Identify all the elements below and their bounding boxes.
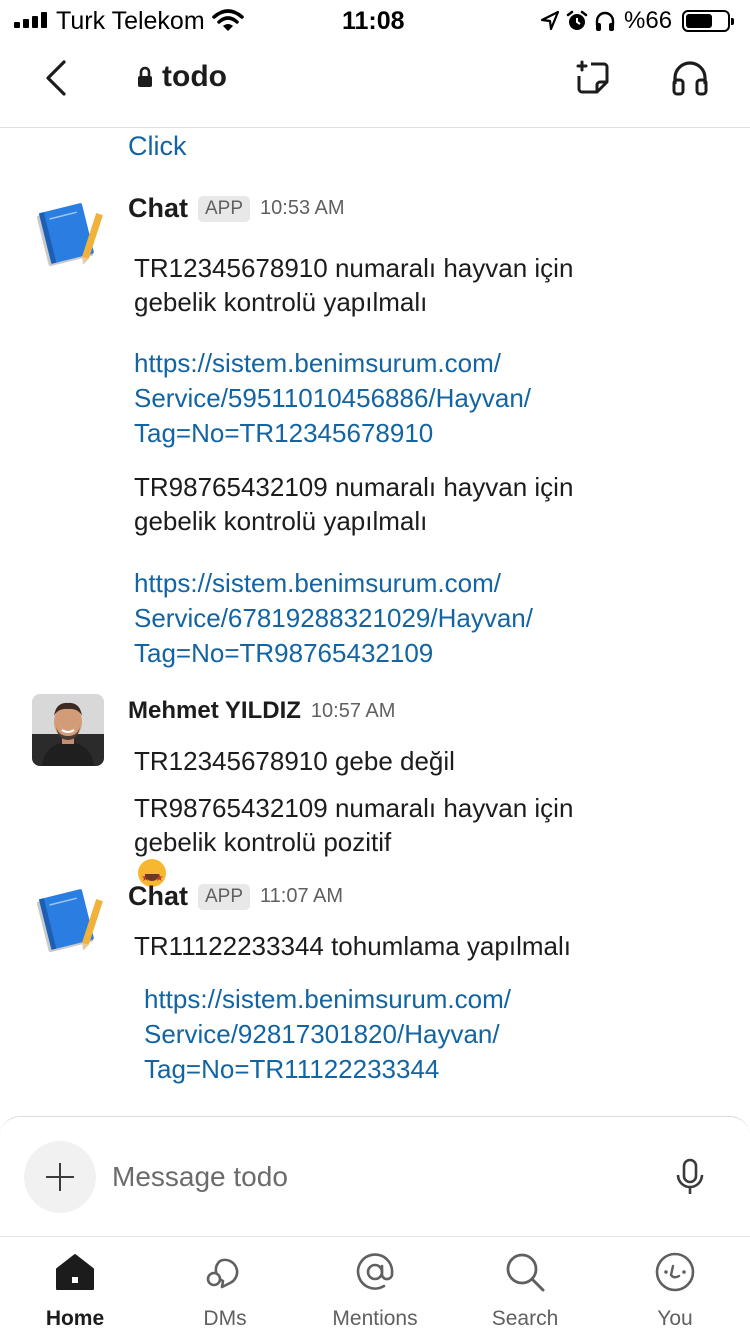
app-badge: APP	[198, 883, 251, 910]
at-sign-icon	[356, 1253, 394, 1290]
chat-app-avatar[interactable]	[32, 885, 104, 957]
tab-you[interactable]: You	[600, 1237, 750, 1334]
message-time: 10:53 AM	[260, 197, 345, 219]
alarm-icon	[566, 10, 588, 30]
message-input[interactable]	[112, 1155, 612, 1199]
message-item: Chat APP 11:07 AM TR11122233344 tohumlam…	[0, 879, 750, 1114]
dms-icon	[206, 1258, 239, 1289]
sender-name[interactable]: Chat	[128, 193, 188, 224]
you-face-icon	[655, 1252, 695, 1292]
status-bar: Turk Telekom 11:08 %66	[0, 0, 750, 40]
message-text: TR12345678910 gebe değil	[134, 746, 455, 776]
lock-icon	[138, 66, 152, 87]
carrier-name: Turk Telekom	[56, 7, 205, 35]
plus-icon[interactable]	[24, 1141, 96, 1213]
message-item: Chat APP 10:53 AM TR12345678910 numaralı…	[0, 191, 750, 671]
message-item: Mehmet YILDIZ 10:57 AM TR12345678910 geb…	[0, 693, 750, 896]
tab-label: Mentions	[332, 1307, 418, 1330]
search-icon	[506, 1253, 545, 1292]
tab-bar: Home DMs Mentions Search You	[0, 1236, 750, 1334]
message-text: TR98765432109 numaralı hayvan için gebel…	[134, 472, 574, 536]
channel-header: todo	[0, 40, 750, 128]
tab-label: Search	[491, 1307, 559, 1330]
sender-name[interactable]: Chat	[128, 881, 188, 912]
message-composer	[0, 1116, 750, 1236]
message-text: TR11122233344 tohumlama yapılmalı	[134, 931, 571, 961]
tab-home[interactable]: Home	[0, 1237, 150, 1334]
user-photo	[32, 694, 104, 766]
location-arrow-icon	[540, 10, 560, 31]
sender-name[interactable]: Mehmet YILDIZ	[128, 697, 301, 725]
tab-label: Home	[45, 1307, 105, 1330]
tab-mentions[interactable]: Mentions	[300, 1237, 450, 1334]
user-avatar[interactable]	[32, 694, 104, 766]
app-badge: APP	[198, 195, 251, 222]
previous-message-link[interactable]: Click	[128, 131, 187, 162]
message-link[interactable]: https://sistem.benimsurum.com/ Service/9…	[144, 982, 704, 1087]
message-time: 10:57 AM	[310, 699, 396, 722]
tab-label: DMs	[203, 1307, 247, 1330]
signal-icon	[14, 12, 48, 28]
microphone-icon[interactable]	[672, 1157, 708, 1197]
channel-name: todo	[162, 60, 227, 93]
new-canvas-icon[interactable]	[572, 58, 612, 98]
tab-label: You	[657, 1307, 693, 1330]
channel-title[interactable]: todo	[136, 60, 227, 94]
battery-percent: %66	[624, 7, 673, 34]
battery-icon	[682, 10, 735, 32]
message-link[interactable]: https://sistem.benimsurum.com/ Service/5…	[134, 346, 694, 451]
back-chevron-icon[interactable]	[38, 58, 78, 98]
message-time: 11:07 AM	[260, 885, 344, 907]
headphones-icon	[595, 11, 615, 31]
tab-dms[interactable]: DMs	[150, 1237, 300, 1334]
tab-search[interactable]: Search	[450, 1237, 600, 1334]
chat-app-avatar[interactable]	[32, 199, 104, 271]
notebook-icon	[32, 199, 104, 271]
message-text: TR98765432109 numaralı hayvan için gebel…	[134, 791, 674, 896]
message-text: TR12345678910 numaralı hayvan için gebel…	[134, 253, 574, 317]
status-icons: %66	[540, 7, 735, 35]
huddle-headphones-icon[interactable]	[670, 58, 710, 98]
status-time: 11:08	[342, 7, 405, 35]
home-icon	[56, 1254, 94, 1290]
message-list[interactable]: Click Chat APP 10:53 AM TR12345678910 nu…	[0, 129, 750, 1114]
message-link[interactable]: https://sistem.benimsurum.com/ Service/6…	[134, 566, 694, 671]
notebook-icon	[32, 885, 104, 957]
wifi-icon	[212, 9, 244, 31]
